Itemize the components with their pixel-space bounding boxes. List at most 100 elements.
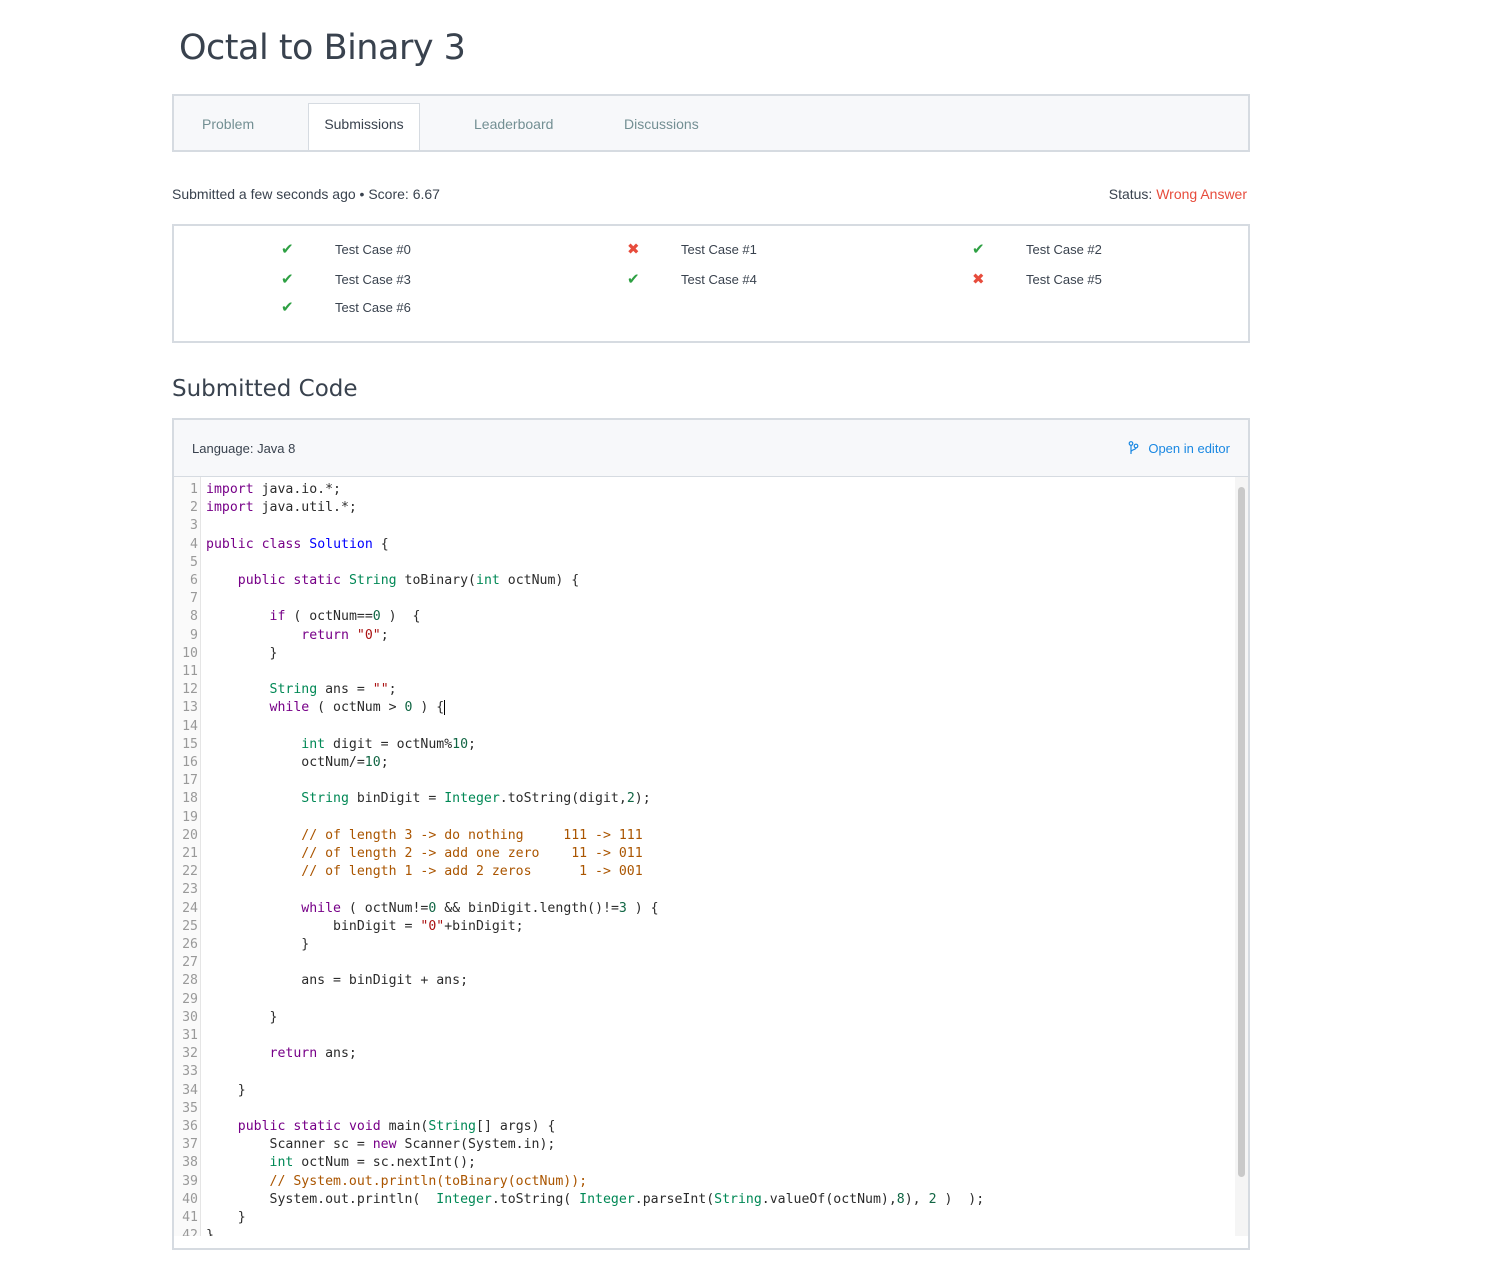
- line-number: 41: [182, 1210, 198, 1225]
- code-text: }: [206, 645, 278, 661]
- code-text: }: [206, 1228, 214, 1236]
- line-number: 36: [182, 1119, 198, 1134]
- scrollbar-thumb[interactable]: [1238, 487, 1245, 1177]
- code-line: 8 if ( octNum==0 ) {: [174, 608, 1235, 626]
- tab-submissions[interactable]: Submissions: [308, 103, 420, 150]
- code-line: 39 // System.out.println(toBinary(octNum…: [174, 1173, 1235, 1191]
- language-label: Language: Java 8: [192, 441, 296, 456]
- code-text: ans = binDigit + ans;: [206, 973, 469, 989]
- line-number: 22: [182, 864, 198, 880]
- line-number: 26: [182, 937, 198, 952]
- code-line: 13 while ( octNum > 0 ) {: [174, 699, 1235, 717]
- code-line: 21 // of length 2 -> add one zero 11 -> …: [174, 845, 1235, 863]
- code-panel: Language: Java 8 Open in editor 1 import …: [172, 418, 1250, 1250]
- code-text: System.out.println( Integer.toString( In…: [206, 1191, 985, 1207]
- line-number: 34: [182, 1082, 198, 1098]
- check-icon: ✔: [281, 271, 294, 288]
- line-number: 13: [182, 700, 198, 716]
- line-number: 28: [182, 973, 198, 989]
- line-number: 20: [182, 827, 198, 843]
- code-text: public static void main(String[] args) {: [237, 1119, 556, 1134]
- line-number: 23: [182, 882, 198, 898]
- code-text: public class Solution {: [206, 536, 389, 552]
- line-number: 17: [182, 773, 198, 789]
- page-title: Octal to Binary 3: [179, 28, 466, 68]
- code-text: while ( octNum!=0 && binDigit.length()!=…: [301, 900, 659, 916]
- code-line: 7: [174, 590, 1235, 608]
- code-line: 32 return ans;: [174, 1045, 1235, 1063]
- line-number: 1: [190, 482, 198, 497]
- line-number: 12: [182, 682, 198, 698]
- code-text: int octNum = sc.nextInt();: [269, 1155, 476, 1171]
- tab-discussions[interactable]: Discussions: [624, 96, 699, 150]
- line-number: 16: [182, 755, 198, 770]
- line-number: 3: [190, 518, 198, 534]
- code-line: 27: [174, 954, 1235, 972]
- code-line: 40 System.out.println( Integer.toString(…: [174, 1191, 1235, 1209]
- line-number: 4: [190, 536, 198, 552]
- tab-problem[interactable]: Problem: [202, 96, 254, 150]
- code-text: return "0";: [301, 627, 389, 643]
- line-number: 32: [182, 1046, 198, 1062]
- line-number: 31: [182, 1028, 198, 1043]
- code-line: 42}: [174, 1227, 1235, 1236]
- code-text: int digit = octNum%10;: [301, 736, 476, 752]
- check-icon: ✔: [627, 271, 640, 288]
- code-line: 17: [174, 772, 1235, 790]
- code-text: // System.out.println(toBinary(octNum));: [269, 1173, 588, 1189]
- check-icon: ✔: [972, 241, 985, 258]
- code-line: 2 import java.util.*;: [174, 499, 1235, 517]
- code-line: 24 while ( octNum!=0 && binDigit.length(…: [174, 900, 1235, 918]
- test-case-label: Test Case #1: [681, 242, 757, 257]
- line-number: 29: [182, 991, 198, 1007]
- code-text: // of length 1 -> add 2 zeros 1 -> 001: [301, 864, 643, 880]
- code-line: 19: [174, 809, 1235, 827]
- tab-leaderboard[interactable]: Leaderboard: [474, 96, 553, 150]
- code-text: }: [206, 1210, 246, 1225]
- line-number: 11: [182, 664, 198, 679]
- code-line: 14: [174, 718, 1235, 736]
- code-line: 5: [174, 554, 1235, 572]
- code-scrollbar[interactable]: [1235, 477, 1248, 1236]
- line-number: 39: [182, 1173, 198, 1189]
- tab-bar: Problem Submissions Leaderboard Discussi…: [172, 94, 1250, 152]
- line-number: 6: [190, 573, 198, 588]
- code-text: octNum/=10;: [206, 755, 389, 770]
- line-number: 25: [182, 918, 198, 934]
- test-case-label: Test Case #4: [681, 272, 757, 287]
- code-text: return ans;: [269, 1046, 357, 1062]
- code-text: if ( octNum==0 ) {: [269, 609, 421, 625]
- line-number: 21: [182, 846, 198, 861]
- code-line: 37 Scanner sc = new Scanner(System.in);: [174, 1136, 1235, 1154]
- code-line: 18 String binDigit = Integer.toString(di…: [174, 790, 1235, 808]
- check-icon: ✔: [281, 299, 294, 316]
- code-line: 23: [174, 881, 1235, 899]
- code-editor[interactable]: 1 import java.io.*; 2 import java.util.*; 3 4…: [174, 477, 1235, 1236]
- code-text: // of length 3 -> do nothing 111 -> 111: [301, 827, 643, 843]
- submission-meta: Submitted a few seconds ago • Score: 6.6…: [172, 186, 440, 202]
- test-case-label: Test Case #5: [1026, 272, 1102, 287]
- line-number: 33: [182, 1064, 198, 1080]
- line-number: 37: [182, 1137, 198, 1153]
- code-line: 22 // of length 1 -> add 2 zeros 1 -> 00…: [174, 863, 1235, 881]
- open-in-editor-link[interactable]: Open in editor: [1128, 441, 1230, 456]
- line-number: 8: [190, 609, 198, 625]
- code-line: 35: [174, 1100, 1235, 1118]
- line-number: 18: [182, 791, 198, 807]
- code-line: 25 binDigit = "0"+binDigit;: [174, 918, 1235, 936]
- line-number: 2: [190, 500, 198, 516]
- code-line: 4 public class Solution {: [174, 536, 1235, 554]
- code-line: 30 }: [174, 1009, 1235, 1027]
- code-text: import java.util.*;: [206, 500, 357, 516]
- line-number: 27: [182, 955, 198, 971]
- code-line: 28 ans = binDigit + ans;: [174, 972, 1235, 990]
- line-number: 14: [182, 718, 198, 734]
- test-case-label: Test Case #6: [335, 300, 411, 315]
- code-line: 11: [174, 663, 1235, 681]
- line-number: 42: [182, 1228, 198, 1236]
- status-label: Status:: [1108, 186, 1153, 202]
- code-line: 16 octNum/=10;: [174, 754, 1235, 772]
- code-text: binDigit = "0"+binDigit;: [206, 918, 524, 934]
- code-line: 20 // of length 3 -> do nothing 111 -> 1…: [174, 827, 1235, 845]
- code-text: }: [206, 1009, 278, 1025]
